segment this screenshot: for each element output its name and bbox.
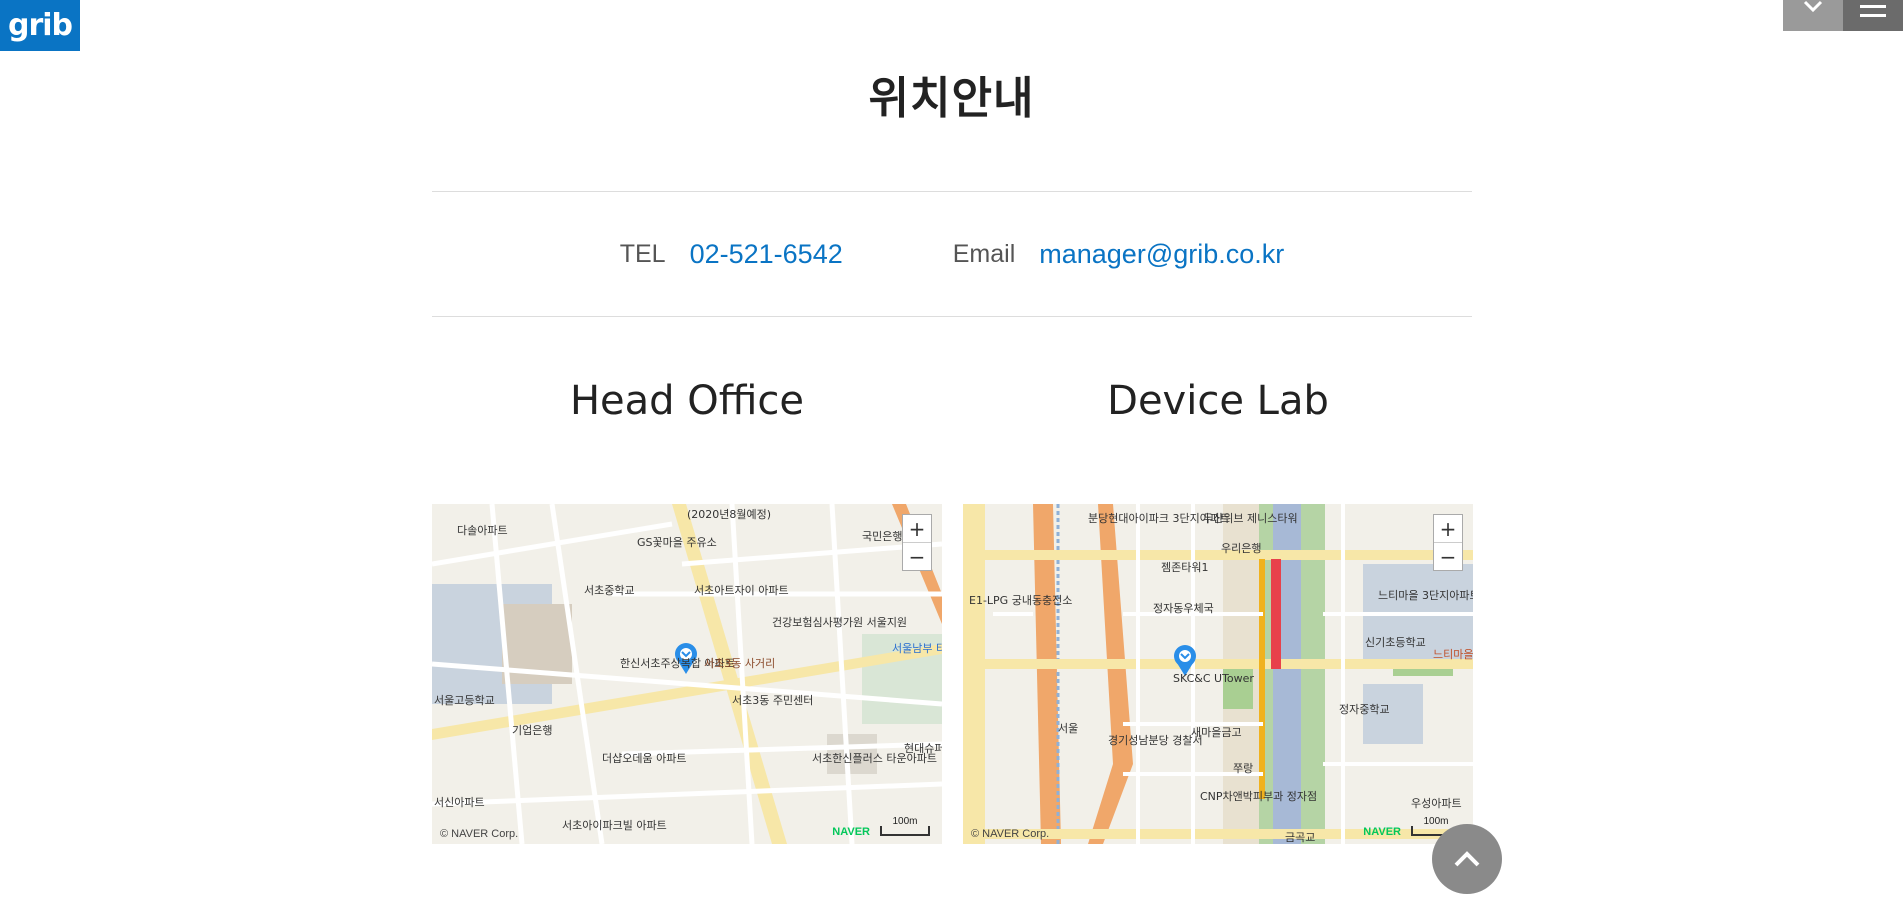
map-copyright: © NAVER Corp. [971,828,1050,840]
contact-bar: TEL 02-521-6542 Email manager@grib.co.kr [432,191,1472,317]
email-label: Email [952,239,1016,268]
device-lab-map[interactable]: 분당현대아이파크 3단지아파트 두산위브 제니스타워 우리은행 젬존타워1 E1… [963,504,1473,844]
map-label: 서울남부 터미널 [892,642,942,655]
zoom-out-button[interactable]: − [903,542,931,570]
map-label: 정자동우체국 [1153,602,1214,615]
top-right-controls [1783,0,1903,31]
tel-link[interactable]: 02-521-6542 [690,239,843,270]
map-label: 서울고등학교 [434,694,495,707]
scale-label: 100m [892,816,918,827]
page-title: 위치안내 [868,73,1035,124]
map-label: 건강보험심사평가원 서울지원 [772,616,907,629]
dropdown-button[interactable] [1783,0,1843,31]
map-label: 서초3동 주민센터 [732,694,813,707]
map-copyright: © NAVER Corp. [440,828,519,840]
map-label: 경기성남분당 경찰서 [1108,734,1203,747]
map-label: GS꽃마을 주유소 [637,536,717,549]
map-label: 우성아파트 [1411,797,1462,810]
zoom-in-button[interactable]: + [1434,515,1462,542]
map-label: 신기초등학교 [1365,636,1426,649]
grib-logo[interactable]: grib [0,0,80,51]
map-label: 국민은행 [862,530,902,543]
map-label: CNP차앤박피부과 정자점 [1200,790,1317,803]
chevron-up-icon [1454,851,1480,867]
device-lab-title: Device Lab [1107,378,1329,424]
map-label: 새마을금고 [1191,726,1242,739]
map-label: 우리은행 [1221,542,1261,555]
device-lab-zoom-control: + − [1433,514,1463,571]
map-label: 서초아이파크빌 아파트 [562,819,667,832]
map-label: 더샵오데움 아파트 [602,752,686,765]
naver-logo[interactable]: NAVER [832,826,870,838]
head-office-zoom-control: + − [902,514,932,571]
email-item: Email manager@grib.co.kr [953,239,1285,270]
map-label: 서초아트자이 아파트 [694,584,789,597]
email-link[interactable]: manager@grib.co.kr [1039,239,1284,270]
map-label: 서초3동 사거리 [704,657,775,670]
head-office-map[interactable]: 다솔아파트 GS꽃마을 주유소 (2020년8월예정) 국민은행 서초중학교 서… [432,504,942,844]
head-office-map-canvas[interactable]: 다솔아파트 GS꽃마을 주유소 (2020년8월예정) 국민은행 서초중학교 서… [432,504,942,844]
hamburger-line [1860,14,1886,17]
tel-label: TEL [619,239,666,268]
map-label: 느티마을 3단지아파트 [1378,589,1473,602]
naver-logo[interactable]: NAVER [1363,826,1401,838]
map-label: 두산위브 제니스타워 [1203,512,1298,525]
map-label: 다솔아파트 [457,524,508,537]
map-label: 기업은행 [512,724,552,737]
device-lab-map-canvas[interactable]: 분당현대아이파크 3단지아파트 두산위브 제니스타워 우리은행 젬존타워1 E1… [963,504,1473,844]
scroll-to-top-button[interactable] [1432,824,1502,894]
map-label: 서신아파트 [434,796,485,809]
map-label: 현대슈퍼 [904,742,942,755]
hamburger-line [1860,5,1886,8]
map-label: 정자중학교 [1339,703,1390,716]
map-label: 금곡교 [1285,831,1315,844]
map-label: 서초중학교 [584,584,635,597]
map-scale: 100m [880,817,930,836]
menu-button[interactable] [1843,0,1903,31]
scale-label: 100m [1423,816,1449,827]
head-office-title: Head Office [569,378,805,424]
map-label: 느티마을 [1433,648,1473,661]
map-label: 젬존타워1 [1161,561,1208,574]
map-label: E1-LPG 궁내동충전소 [969,594,1072,607]
map-label: (2020년8월예정) [687,508,771,521]
map-label: 쭈랑 [1233,762,1253,775]
tel-item: TEL 02-521-6542 [620,239,843,270]
zoom-out-button[interactable]: − [1434,542,1462,570]
chevron-down-icon [1803,0,1823,13]
map-label: SKC&C UTower [1173,672,1254,685]
zoom-in-button[interactable]: + [903,515,931,542]
map-label: 서울 [1058,722,1078,735]
